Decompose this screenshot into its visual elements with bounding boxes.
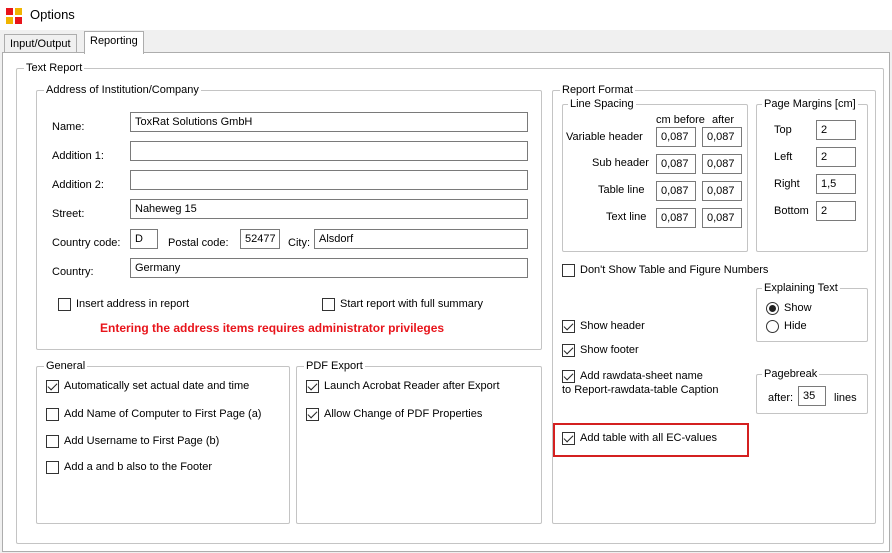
pagebreak-lines-label: lines [834, 392, 857, 404]
postal-code-label: Postal code: [168, 237, 229, 249]
postal-code-field[interactable]: 52477 [240, 229, 280, 249]
text-line-after-field[interactable]: 0,087 [702, 208, 742, 228]
dont-show-numbers-label: Don't Show Table and Figure Numbers [580, 264, 769, 276]
city-label: City: [288, 237, 310, 249]
margin-top-label: Top [774, 124, 792, 136]
line-spacing-legend: Line Spacing [568, 98, 636, 110]
addition2-field[interactable] [130, 170, 528, 190]
add-rawdata-checkbox[interactable] [562, 370, 575, 383]
window-title: Options [30, 7, 75, 22]
explaining-show-label: Show [784, 302, 812, 314]
street-label: Street: [52, 208, 85, 220]
addition2-label: Addition 2: [52, 179, 104, 191]
start-full-summary-label: Start report with full summary [340, 298, 484, 310]
add-footer-checkbox[interactable] [46, 461, 59, 474]
sub-header-after-field[interactable]: 0,087 [702, 154, 742, 174]
add-username-label: Add Username to First Page (b) [64, 435, 220, 447]
pagebreak-after-label: after: [768, 392, 794, 404]
variable-header-label: Variable header [566, 131, 643, 143]
sub-header-before-field[interactable]: 0,087 [656, 154, 696, 174]
pagebreak-lines-field[interactable]: 35 [798, 386, 826, 406]
city-field[interactable]: Alsdorf [314, 229, 528, 249]
addition1-field[interactable] [130, 141, 528, 161]
text-line-before-field[interactable]: 0,087 [656, 208, 696, 228]
variable-header-after-field[interactable]: 0,087 [702, 127, 742, 147]
explaining-show-radio[interactable] [766, 302, 779, 315]
show-header-checkbox[interactable] [562, 320, 575, 333]
explaining-hide-radio[interactable] [766, 320, 779, 333]
explaining-hide-label: Hide [784, 320, 807, 332]
margin-left-label: Left [774, 151, 793, 163]
sub-header-label: Sub header [592, 157, 649, 169]
variable-header-before-field[interactable]: 0,087 [656, 127, 696, 147]
allow-pdf-change-checkbox[interactable] [306, 408, 319, 421]
text-line-label: Text line [606, 211, 647, 223]
address-legend: Address of Institution/Company [44, 84, 201, 96]
allow-pdf-change-label: Allow Change of PDF Properties [324, 408, 483, 420]
report-format-legend: Report Format [560, 84, 635, 96]
table-line-after-field[interactable]: 0,087 [702, 181, 742, 201]
general-legend: General [44, 360, 88, 372]
show-footer-label: Show footer [580, 344, 639, 356]
street-field[interactable]: Naheweg 15 [130, 199, 528, 219]
title-bar [0, 0, 892, 30]
country-field[interactable]: Germany [130, 258, 528, 278]
add-rawdata-label-line2: to Report-rawdata-table Caption [562, 384, 719, 396]
add-rawdata-label-line1: Add rawdata-sheet name [580, 370, 703, 382]
country-code-label: Country code: [52, 237, 121, 249]
margin-bottom-field[interactable]: 2 [816, 201, 856, 221]
tab-input-output[interactable]: Input/Output [4, 34, 77, 53]
pdf-export-legend: PDF Export [304, 360, 365, 372]
tab-reporting[interactable]: Reporting [84, 31, 144, 54]
margin-right-field[interactable]: 1,5 [816, 174, 856, 194]
add-username-checkbox[interactable] [46, 435, 59, 448]
addition1-label: Addition 1: [52, 150, 104, 162]
add-computer-name-label: Add Name of Computer to First Page (a) [64, 408, 262, 420]
name-field[interactable]: ToxRat Solutions GmbH [130, 112, 528, 132]
country-code-field[interactable]: D [130, 229, 158, 249]
start-full-summary-checkbox[interactable] [322, 298, 335, 311]
add-ec-table-checkbox[interactable] [562, 432, 575, 445]
insert-address-label: Insert address in report [76, 298, 190, 310]
margin-left-field[interactable]: 2 [816, 147, 856, 167]
after-header: after [712, 114, 735, 126]
page-margins-legend: Page Margins [cm] [762, 98, 858, 110]
margin-top-field[interactable]: 2 [816, 120, 856, 140]
launch-acrobat-checkbox[interactable] [306, 380, 319, 393]
add-computer-name-checkbox[interactable] [46, 408, 59, 421]
insert-address-checkbox[interactable] [58, 298, 71, 311]
dont-show-numbers-checkbox[interactable] [562, 264, 575, 277]
cm-before-header: cm before [656, 114, 705, 126]
pagebreak-legend: Pagebreak [762, 368, 820, 380]
margin-bottom-label: Bottom [774, 205, 809, 217]
show-footer-checkbox[interactable] [562, 344, 575, 357]
admin-warning: Entering the address items requires admi… [100, 321, 445, 335]
auto-date-checkbox[interactable] [46, 380, 59, 393]
table-line-before-field[interactable]: 0,087 [656, 181, 696, 201]
country-label: Country: [52, 266, 94, 278]
table-line-label: Table line [598, 184, 645, 196]
auto-date-label: Automatically set actual date and time [64, 380, 250, 392]
explaining-text-legend: Explaining Text [762, 282, 840, 294]
text-report-legend: Text Report [24, 62, 85, 74]
add-ec-table-label: Add table with all EC-values [580, 432, 717, 444]
add-footer-label: Add a and b also to the Footer [64, 461, 212, 473]
margin-right-label: Right [774, 178, 800, 190]
launch-acrobat-label: Launch Acrobat Reader after Export [324, 380, 500, 392]
app-icon [6, 8, 22, 24]
explaining-text-group [756, 288, 868, 342]
name-label: Name: [52, 121, 85, 133]
show-header-label: Show header [580, 320, 645, 332]
